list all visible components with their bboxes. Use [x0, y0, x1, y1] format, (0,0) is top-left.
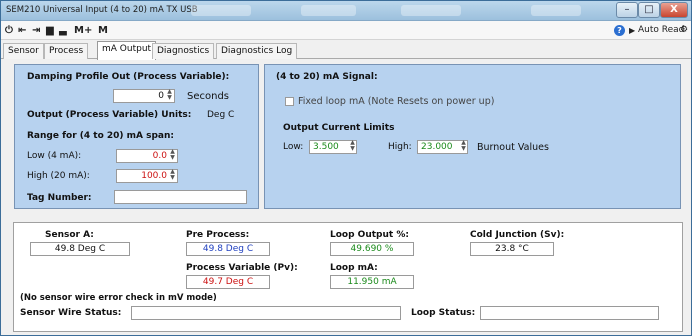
damping-spinner[interactable]: ▲ ▼: [166, 89, 173, 103]
tag-number-label: Tag Number:: [27, 193, 92, 203]
signal-label: (4 to 20) mA Signal:: [276, 72, 378, 82]
process-variable-value: 49.7 Deg C: [186, 275, 270, 289]
minimize-button[interactable]: –: [616, 2, 638, 18]
background-blur: [301, 5, 356, 16]
high-range-spinner[interactable]: ▲ ▼: [169, 169, 176, 183]
save-icon[interactable]: ▆: [46, 24, 54, 37]
cold-junction-value: 23.8 °C: [470, 242, 554, 256]
tab-diagnostics-log[interactable]: Diagnostics Log: [216, 43, 298, 59]
loop-output-label: Loop Output %:: [330, 230, 409, 240]
background-blur: [531, 5, 581, 16]
background-blur: [401, 5, 461, 16]
memory-button[interactable]: M: [98, 24, 108, 37]
loop-ma-value: 11.950 mA: [330, 275, 414, 289]
sensor-wire-status-label: Sensor Wire Status:: [20, 308, 122, 318]
window-title: SEM210 Universal Input (4 to 20) mA TX U…: [6, 5, 198, 15]
units-label: Output (Process Variable) Units:: [27, 110, 192, 120]
limit-low-label: Low:: [283, 142, 304, 152]
forward-icon[interactable]: ⇥: [32, 24, 40, 37]
damping-label: Damping Profile Out (Process Variable):: [27, 72, 230, 82]
limits-label: Output Current Limits: [283, 123, 395, 133]
sensor-a-value: 49.8 Deg C: [30, 242, 130, 256]
damping-unit: Seconds: [187, 91, 230, 102]
app-window: SEM210 Universal Input (4 to 20) mA TX U…: [0, 0, 692, 336]
range-label: Range for (4 to 20) mA span:: [27, 131, 175, 141]
output-settings-panel: Damping Profile Out (Process Variable): …: [14, 64, 259, 209]
auto-read-button[interactable]: Auto Read: [638, 24, 684, 37]
title-bar[interactable]: SEM210 Universal Input (4 to 20) mA TX U…: [1, 1, 691, 21]
fixed-loop-checkbox[interactable]: [285, 97, 294, 106]
tab-diagnostics[interactable]: Diagnostics: [152, 43, 215, 59]
settings-icon[interactable]: ⚙: [680, 24, 688, 37]
loop-status-label: Loop Status:: [411, 308, 476, 318]
back-icon[interactable]: ⇤: [18, 24, 26, 37]
wire-error-note: (No sensor wire error check in mV mode): [20, 293, 217, 303]
tag-number-input[interactable]: [114, 190, 247, 204]
units-value: Deg C: [207, 110, 235, 120]
play-icon[interactable]: ▶: [629, 24, 635, 37]
tab-process[interactable]: Process: [44, 43, 89, 59]
close-button[interactable]: X: [660, 2, 688, 18]
tab-bar: Sensor Process mA Output Diagnostics Dia…: [1, 40, 691, 60]
maximize-button[interactable]: □: [638, 2, 660, 18]
limit-high-label: High:: [388, 142, 412, 152]
pre-process-label: Pre Process:: [186, 230, 250, 240]
readings-panel: Sensor A: 49.8 Deg C Pre Process: 49.8 D…: [13, 222, 683, 332]
high-range-label: High (20 mA):: [27, 171, 90, 181]
low-range-label: Low (4 mA):: [27, 151, 82, 161]
loop-ma-label: Loop mA:: [330, 263, 378, 273]
sensor-a-label: Sensor A:: [45, 230, 94, 240]
tab-sensor[interactable]: Sensor: [3, 43, 44, 59]
process-variable-label: Process Variable (Pv):: [186, 263, 298, 273]
loop-status-value: [480, 306, 659, 320]
open-icon[interactable]: ▃: [59, 24, 67, 37]
limit-low-spinner[interactable]: ▲ ▼: [349, 140, 356, 154]
help-icon[interactable]: ?: [614, 25, 625, 36]
fixed-loop-label: Fixed loop mA (Note Resets on power up): [298, 96, 495, 107]
background-blur: [191, 5, 251, 16]
tab-ma-output[interactable]: mA Output: [97, 41, 157, 60]
loop-output-value: 49.690 %: [330, 242, 414, 256]
cold-junction-label: Cold Junction (Sv):: [470, 230, 565, 240]
memory-plus-button[interactable]: M+: [74, 24, 92, 37]
pre-process-value: 49.8 Deg C: [186, 242, 270, 256]
ma-signal-panel: (4 to 20) mA Signal: Fixed loop mA (Note…: [264, 64, 681, 209]
toolbar: ⏻ ⇤ ⇥ ▆ ▃ M+ M ? ▶ Auto Read ⚙: [1, 21, 691, 40]
sensor-wire-status-value: [131, 306, 401, 320]
limit-high-spinner[interactable]: ▲ ▼: [460, 140, 467, 154]
power-icon[interactable]: ⏻: [5, 24, 13, 37]
low-range-spinner[interactable]: ▲ ▼: [169, 149, 176, 163]
burnout-label: Burnout Values: [477, 142, 549, 153]
